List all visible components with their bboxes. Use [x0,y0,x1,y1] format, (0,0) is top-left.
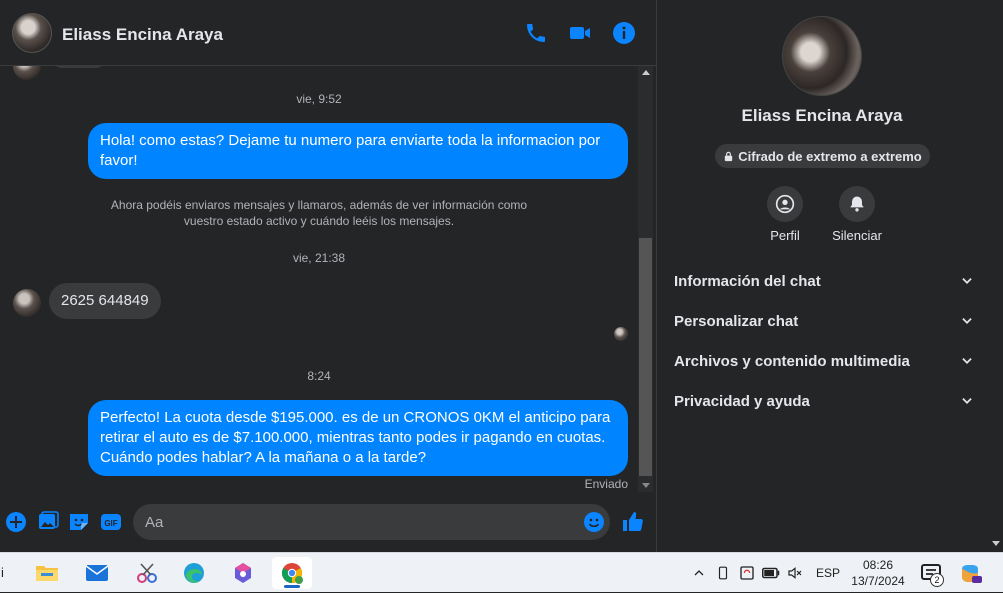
messenger-window: Eliass Encina Araya vie, 9:52 Hola! como… [0,0,1003,592]
chevron-down-icon [962,358,972,364]
chrome-icon [281,563,303,584]
mail-button[interactable] [77,557,117,589]
scroll-thumb[interactable] [639,238,652,476]
snipping-tool-button[interactable] [127,557,167,589]
message-input[interactable] [133,504,610,540]
scroll-up-arrow-icon[interactable] [642,70,650,75]
message-list[interactable]: vie, 9:52 Hola! como estas? Dejame tu nu… [0,66,638,492]
svg-text:GIF: GIF [104,519,117,528]
like-thumb-icon[interactable] [621,510,645,534]
section-customize-chat[interactable]: Personalizar chat [674,301,974,341]
chevron-down-icon [962,318,972,324]
system-tray: ESP [690,553,840,593]
partial-message-bubble [52,66,106,68]
section-label: Privacidad y ayuda [674,392,810,410]
chevron-down-icon [962,278,972,284]
encryption-badge[interactable]: Cifrado de extremo a extremo [715,144,930,168]
edge-browser-button[interactable] [174,557,214,589]
chat-pane: Eliass Encina Araya vie, 9:52 Hola! como… [0,0,656,552]
section-privacy-help[interactable]: Privacidad y ayuda [674,381,974,421]
encryption-label: Cifrado de extremo a extremo [738,148,922,164]
outgoing-message[interactable]: Perfecto! La cuota desde $195.000. es de… [88,400,628,476]
copilot-icon[interactable] [958,563,982,585]
section-label: Archivos y contenido multimedia [674,352,910,370]
phone-icon[interactable] [524,21,548,45]
clock-time: 08:26 [862,558,894,572]
contact-avatar[interactable] [12,13,52,53]
gif-icon[interactable]: GIF [99,510,123,534]
lock-icon [725,151,733,161]
side-contact-name: Eliass Encina Araya [741,106,903,125]
message-scrollbar[interactable] [638,66,653,492]
clock-date: 13/7/2024 [851,574,905,588]
scroll-down-arrow-icon[interactable] [642,483,650,488]
mail-icon [85,565,109,581]
section-chat-info[interactable]: Información del chat [674,261,974,301]
profile-icon [775,194,795,214]
scroll-down-arrow-icon[interactable] [992,541,1000,546]
panel-scrollbar[interactable] [988,534,1003,552]
timestamp: vie, 21:38 [292,251,346,265]
edge-icon [184,563,204,583]
info-icon[interactable] [612,21,636,45]
phone-link-icon[interactable] [714,564,732,582]
mute-button[interactable]: Silenciar [817,186,897,243]
mute-label: Silenciar [832,228,882,243]
incoming-message[interactable]: 2625 644849 [49,283,161,319]
sent-status: Enviado [584,477,628,491]
timestamp: 8:24 [307,369,331,383]
notification-count: 2 [930,573,944,587]
composer: GIF [0,492,656,552]
section-label: Información del chat [674,272,821,290]
folder-icon [36,566,58,581]
chevron-down-icon [962,398,972,404]
scissors-icon [137,563,157,583]
input-language[interactable]: ESP [816,566,840,580]
read-receipt-avatar [614,327,628,341]
emoji-icon[interactable] [582,510,606,534]
clock[interactable]: 08:26 13/7/2024 [846,557,910,589]
contact-name[interactable]: Eliass Encina Araya [62,25,223,45]
system-note: Ahora podéis enviaros mensajes y llamaro… [110,198,528,228]
profile-button[interactable]: Perfil [745,186,825,243]
windows-taskbar: i ESP 08:26 13/7/2024 2 [0,552,1003,592]
contact-avatar-small [13,66,41,80]
outgoing-message[interactable]: Hola! como estas? Dejame tu numero para … [88,123,628,179]
photo-icon[interactable] [36,510,60,534]
contact-profile-photo[interactable] [782,16,862,96]
sticker-icon[interactable] [67,510,91,534]
chat-header: Eliass Encina Araya [0,0,656,66]
m365-icon [235,563,251,583]
chrome-button[interactable] [272,557,312,589]
copilot-app-button[interactable] [223,557,263,589]
plus-icon[interactable] [4,510,28,534]
sync-icon[interactable] [738,564,756,582]
profile-label: Perfil [770,228,800,243]
chevron-up-icon[interactable] [690,564,708,582]
section-label: Personalizar chat [674,312,799,330]
battery-icon[interactable] [762,564,780,582]
speaker-muted-icon[interactable] [786,564,804,582]
section-media-files[interactable]: Archivos y contenido multimedia [674,341,974,381]
timestamp: vie, 9:52 [296,92,342,106]
contact-avatar-small[interactable] [13,289,41,317]
file-explorer-button[interactable] [27,557,67,589]
bell-icon [850,196,864,212]
chat-details-panel: Eliass Encina Araya Cifrado de extremo a… [656,0,1003,552]
taskbar-edge-text: i [1,565,4,580]
video-camera-icon[interactable] [568,21,592,45]
